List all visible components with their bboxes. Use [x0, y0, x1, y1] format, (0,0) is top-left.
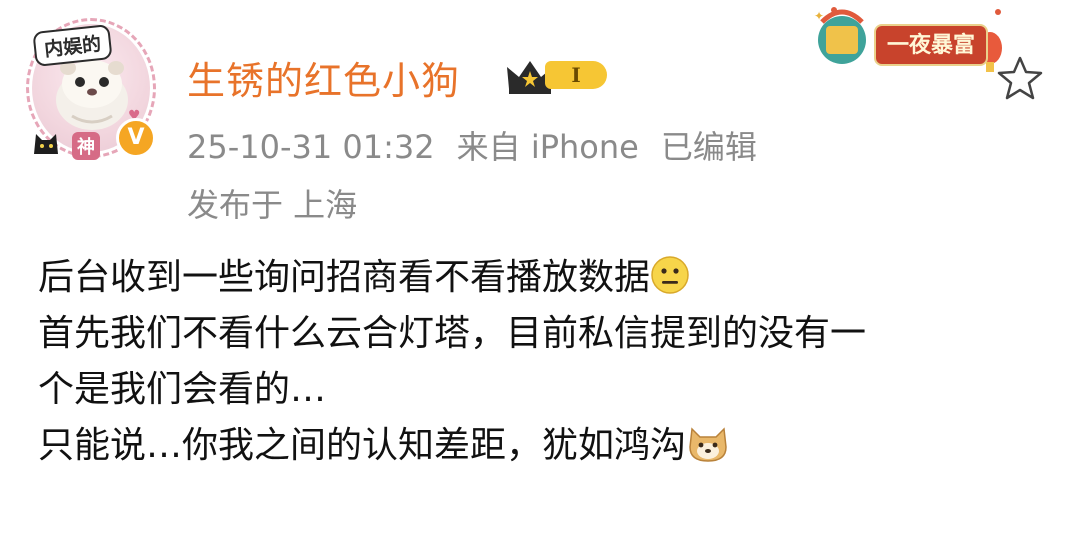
- post-source[interactable]: 来自 iPhone: [457, 128, 639, 166]
- post-timestamp: 25-10-31 01:32: [187, 128, 435, 166]
- pendant-label: 一夜暴富: [874, 24, 988, 66]
- post-text: 个是我们会看的…: [38, 369, 327, 410]
- star-icon: [997, 56, 1043, 100]
- post-meta: 25-10-31 01:32 来自 iPhone 已编辑: [187, 122, 779, 168]
- doge-emoji-icon: [689, 427, 727, 462]
- black-cat-icon: [34, 134, 58, 154]
- post-content: 后台收到一些询问招商看不看播放数据 首先我们不看什么云合灯塔，目前私信提到的没有…: [38, 250, 1048, 474]
- post-text: 后台收到一些询问招商看不看播放数据: [38, 257, 651, 298]
- post-line: 只能说…你我之间的认知差距，犹如鸿沟: [38, 418, 1048, 474]
- post-text: 首先我们不看什么云合灯塔，目前私信提到的没有一: [38, 313, 867, 354]
- neutral-face-emoji-icon: [651, 256, 689, 294]
- avatar[interactable]: ♥ ♥ 内娱的 神 V: [26, 14, 158, 162]
- post-line: 个是我们会看的…: [38, 362, 1048, 418]
- edited-label[interactable]: 已编辑: [661, 128, 757, 166]
- post-line: 首先我们不看什么云合灯塔，目前私信提到的没有一: [38, 306, 1048, 362]
- svg-text:✦: ✦: [814, 9, 824, 23]
- favorite-button[interactable]: [996, 54, 1044, 102]
- username[interactable]: 生锈的红色小狗: [187, 50, 460, 105]
- level-badge-label: I: [545, 61, 607, 89]
- card-pendant[interactable]: ✦ 一夜暴富: [812, 2, 1008, 74]
- post-location: 发布于 上海: [187, 186, 358, 224]
- post-text: 只能说…你我之间的认知差距，犹如鸿沟: [38, 425, 687, 466]
- avatar-frame-tag: 神: [72, 132, 100, 160]
- verified-badge: V: [116, 118, 156, 158]
- level-badge[interactable]: I: [505, 55, 615, 97]
- post-line: 后台收到一些询问招商看不看播放数据: [38, 250, 1048, 306]
